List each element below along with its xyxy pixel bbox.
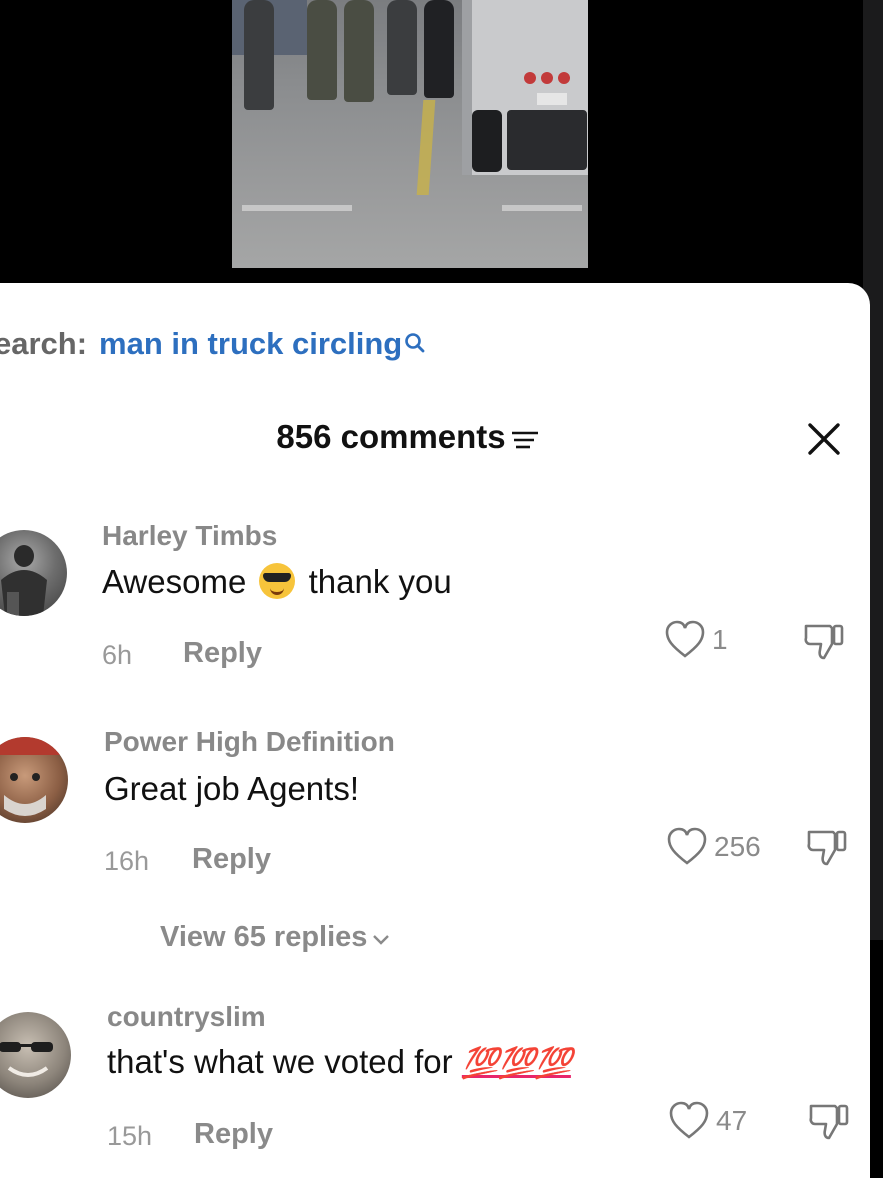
search-term-link[interactable]: man in truck circling: [99, 326, 402, 361]
video-tail-light: [524, 72, 536, 84]
dislike-button[interactable]: [807, 1100, 851, 1147]
comment-text-part: thank you: [308, 563, 452, 600]
like-count: 256: [714, 831, 761, 862]
video-trailer-bumper: [507, 110, 587, 170]
reply-button[interactable]: Reply: [192, 843, 271, 876]
heart-icon: [665, 620, 705, 658]
comments-header: 856 comments: [0, 418, 870, 456]
comment-time: 6h: [102, 640, 133, 670]
video-road-stripe: [502, 205, 582, 211]
close-icon[interactable]: [806, 421, 842, 462]
video-trailer-wheel: [472, 110, 502, 172]
video-tail-light: [541, 72, 553, 84]
reply-button[interactable]: Reply: [194, 1118, 273, 1151]
view-replies-button[interactable]: View 65 replies: [160, 921, 391, 955]
thumbs-down-icon: [807, 830, 847, 866]
like-button[interactable]: 256: [666, 827, 761, 867]
screen-edge: [870, 300, 883, 940]
filter-icon[interactable]: [510, 427, 540, 456]
video-road-stripe: [242, 205, 352, 211]
comment-time: 15h: [107, 1121, 153, 1151]
comment-username[interactable]: countryslim: [107, 1001, 266, 1033]
comment-text-part: Awesome: [102, 563, 247, 600]
like-button[interactable]: 47: [668, 1101, 747, 1141]
comment-text: Great job Agents!: [104, 770, 359, 807]
heart-icon: [669, 1101, 709, 1139]
comment-text-part: that's what we voted for: [107, 1043, 453, 1080]
dislike-button[interactable]: [805, 826, 849, 873]
like-count: 1: [712, 624, 728, 655]
comment-username[interactable]: Power High Definition: [104, 726, 395, 758]
video-license-plate: [537, 93, 567, 105]
video-edge: [863, 0, 883, 300]
hundred-emoji-icon: 💯💯💯: [461, 1047, 572, 1080]
comments-count-title: 856 comments: [276, 418, 506, 455]
chevron-down-icon: [371, 922, 391, 955]
comment-text: that's what we voted for 💯💯💯: [107, 1043, 572, 1081]
video-person: [244, 0, 274, 110]
view-replies-label: View 65 replies: [160, 921, 368, 953]
video-person: [424, 0, 454, 98]
search-prefix: earch:: [0, 326, 88, 361]
video-person: [344, 0, 374, 102]
video-frame: [232, 0, 588, 268]
comment-username[interactable]: Harley Timbs: [102, 520, 277, 552]
video-tail-light: [558, 72, 570, 84]
heart-icon: [667, 827, 707, 865]
like-button[interactable]: 1: [664, 620, 728, 660]
sunglasses-emoji-icon: [259, 563, 296, 599]
dislike-button[interactable]: [802, 620, 846, 667]
search-suggestion[interactable]: earch: man in truck circling: [0, 326, 426, 364]
thumbs-down-icon: [809, 1104, 849, 1140]
video-lane-marking: [416, 100, 436, 195]
thumbs-down-icon: [804, 624, 844, 660]
video-person: [307, 0, 337, 100]
video-player[interactable]: [0, 0, 883, 300]
video-person: [387, 0, 417, 95]
search-icon[interactable]: [404, 328, 426, 364]
comment-time: 16h: [104, 846, 150, 876]
reply-button[interactable]: Reply: [183, 637, 262, 670]
like-count: 47: [716, 1105, 748, 1136]
comment-text: Awesome thank you: [102, 563, 452, 601]
